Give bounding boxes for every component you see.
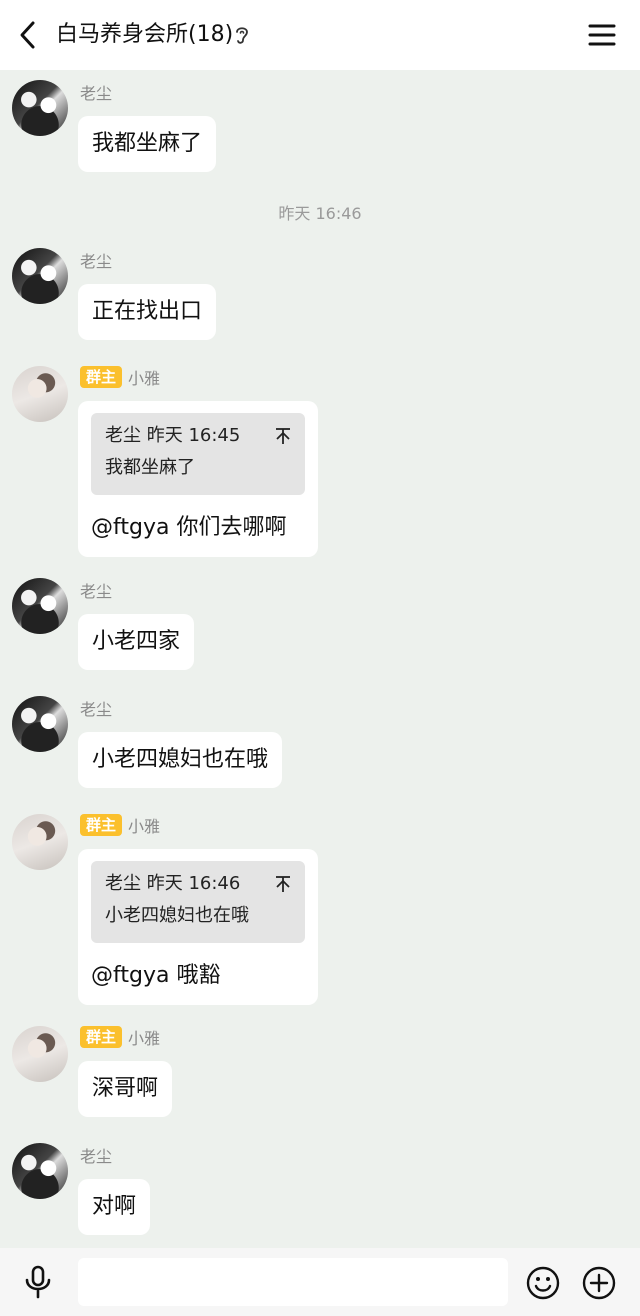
chevron-left-icon bbox=[20, 21, 35, 49]
quote-text: 小老四媳妇也在哦 bbox=[105, 905, 249, 926]
plus-icon[interactable] bbox=[582, 1266, 616, 1300]
owner-badge: 群主 bbox=[80, 366, 123, 388]
group-title: 白马养身会所(18) bbox=[56, 22, 234, 47]
quoted-message[interactable]: 老尘 昨天 16:46 小老四媳妇也在哦 bbox=[91, 861, 305, 943]
quote-header: 老尘 昨天 16:46 bbox=[105, 873, 241, 894]
sender-name: 老尘 bbox=[80, 700, 113, 719]
emoji-icon[interactable] bbox=[526, 1266, 560, 1300]
avatar[interactable] bbox=[12, 1026, 68, 1082]
sender-name: 小雅 bbox=[128, 1029, 161, 1048]
message-bubble[interactable]: 老尘 昨天 16:46 小老四媳妇也在哦 @ftgya 哦豁 bbox=[78, 849, 318, 1005]
message-bubble[interactable]: 深哥啊 bbox=[78, 1061, 173, 1117]
message-bubble[interactable]: 老尘 昨天 16:45 我都坐麻了 @ftgya 你们去哪啊 bbox=[78, 401, 318, 557]
sender-name: 老尘 bbox=[80, 582, 113, 601]
message-bubble[interactable]: 小老四媳妇也在哦 bbox=[78, 732, 283, 788]
sender-name: 老尘 bbox=[80, 252, 113, 271]
ear-icon bbox=[236, 27, 248, 44]
avatar[interactable] bbox=[12, 1143, 68, 1199]
quote-text: 我都坐麻了 bbox=[105, 457, 195, 478]
chat-header: 白马养身会所(18) bbox=[0, 0, 640, 70]
quote-header: 老尘 昨天 16:45 bbox=[105, 425, 241, 446]
avatar[interactable] bbox=[12, 366, 68, 422]
avatar[interactable] bbox=[12, 696, 68, 752]
message-bubble[interactable]: 小老四家 bbox=[78, 614, 195, 670]
arrow-up-icon bbox=[276, 876, 290, 892]
sender-name: 小雅 bbox=[128, 817, 161, 836]
message-text: @ftgya 你们去哪啊 bbox=[91, 515, 287, 540]
avatar[interactable] bbox=[12, 814, 68, 870]
sender-name: 老尘 bbox=[80, 1147, 113, 1166]
message-bubble[interactable]: 对啊 bbox=[78, 1179, 151, 1235]
sender-name: 小雅 bbox=[128, 369, 161, 388]
avatar[interactable] bbox=[12, 80, 68, 136]
avatar[interactable] bbox=[12, 248, 68, 304]
input-bar bbox=[0, 1248, 640, 1316]
message-bubble[interactable]: 我都坐麻了 bbox=[78, 116, 217, 172]
sender-name: 老尘 bbox=[80, 84, 113, 103]
message-input[interactable] bbox=[78, 1258, 508, 1306]
arrow-up-icon bbox=[276, 428, 290, 444]
owner-badge: 群主 bbox=[80, 1026, 123, 1048]
menu-icon[interactable] bbox=[586, 20, 618, 50]
chat-area[interactable]: 老尘 我都坐麻了 昨天 16:46 老尘 正在找出口 群主 小雅 老尘 昨天 1… bbox=[0, 70, 640, 1248]
owner-badge: 群主 bbox=[80, 814, 123, 836]
back-button[interactable] bbox=[12, 18, 44, 52]
quoted-message[interactable]: 老尘 昨天 16:45 我都坐麻了 bbox=[91, 413, 305, 495]
timestamp: 昨天 16:46 bbox=[278, 204, 362, 223]
message-bubble[interactable]: 正在找出口 bbox=[78, 284, 217, 340]
message-text: @ftgya 哦豁 bbox=[91, 963, 221, 988]
avatar[interactable] bbox=[12, 578, 68, 634]
mic-icon[interactable] bbox=[22, 1264, 54, 1300]
